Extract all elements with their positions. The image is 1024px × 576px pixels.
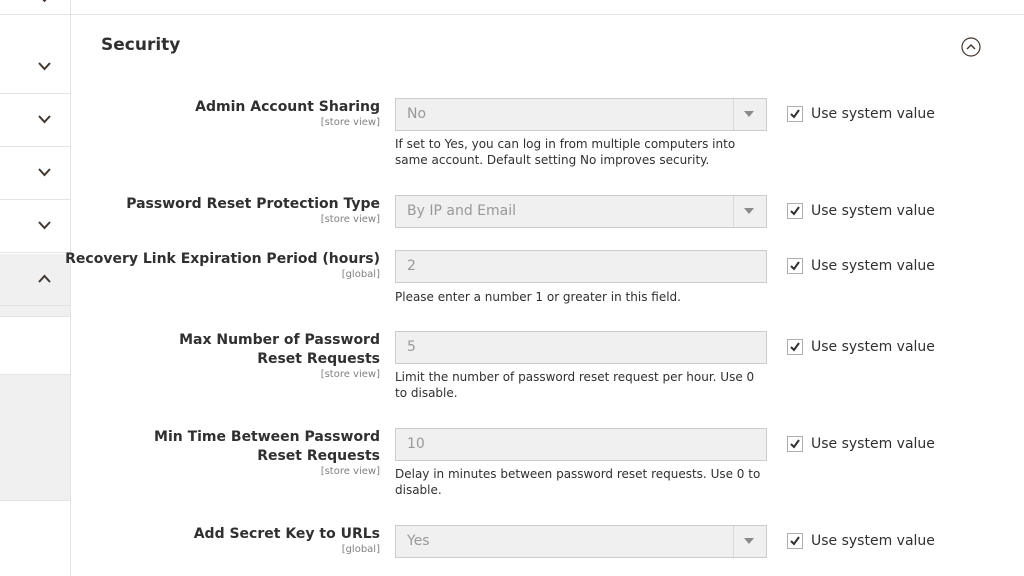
- use-system-value-label[interactable]: Use system value: [811, 338, 935, 356]
- field-label-text: Password Reset Protection Type: [126, 196, 380, 212]
- select-arrow[interactable]: [733, 196, 766, 227]
- section-divider: [71, 14, 1024, 15]
- sidebar-section-toggle-open[interactable]: [0, 254, 70, 306]
- field-note: Limit the number of password reset reque…: [395, 370, 755, 400]
- checkmark-icon: [790, 342, 800, 352]
- checkmark-icon: [790, 109, 800, 119]
- max-password-reset-requests-input[interactable]: 5: [395, 331, 767, 364]
- field-label: Recovery Link Expiration Period (hours) …: [65, 250, 380, 281]
- field-note: Delay in minutes between password reset …: [395, 467, 761, 497]
- field-scope: [store view]: [320, 466, 380, 477]
- sidebar-section-toggle[interactable]: [0, 95, 70, 147]
- field-label: Add Secret Key to URLs [global]: [194, 525, 380, 556]
- section-collapse-button[interactable]: [961, 37, 981, 57]
- field-label: Max Number of Password Reset Requests [s…: [150, 331, 380, 381]
- field-label: Admin Account Sharing [store view]: [195, 98, 380, 129]
- select-value: No: [407, 106, 427, 122]
- sidebar-section-toggle[interactable]: [0, 42, 70, 94]
- recovery-link-expiration-input[interactable]: 2: [395, 250, 767, 283]
- input-value: 2: [407, 258, 416, 274]
- field-label-text: Add Secret Key to URLs: [193, 526, 380, 542]
- triangle-down-icon: [744, 538, 754, 544]
- use-system-value-label[interactable]: Use system value: [811, 257, 935, 275]
- add-secret-key-to-urls-select[interactable]: Yes: [395, 525, 767, 558]
- chevron-down-icon: [38, 62, 51, 71]
- field-label-text: Admin Account Sharing: [195, 99, 380, 115]
- config-sidebar: [0, 0, 71, 576]
- sidebar-section-toggle[interactable]: [0, 0, 70, 15]
- use-system-value-label[interactable]: Use system value: [811, 435, 935, 453]
- field-label-text: Min Time Between Password Reset Requests: [154, 429, 380, 464]
- checkmark-icon: [790, 439, 800, 449]
- chevron-down-icon: [42, 0, 47, 3]
- field-label-text: Max Number of Password Reset Requests: [179, 332, 380, 367]
- chevron-down-icon: [38, 115, 51, 124]
- chevron-down-icon: [38, 168, 51, 177]
- field-note: If set to Yes, you can log in from multi…: [395, 137, 736, 167]
- field-label-text: Recovery Link Expiration Period (hours): [65, 251, 380, 267]
- field-scope: [store view]: [320, 369, 380, 380]
- use-system-value-checkbox[interactable]: [787, 258, 803, 274]
- select-arrow[interactable]: [733, 99, 766, 130]
- select-value: By IP and Email: [407, 203, 516, 219]
- sidebar-submenu-panel: [0, 374, 70, 501]
- chevron-up-icon: [38, 274, 51, 283]
- input-value: 10: [407, 436, 425, 452]
- triangle-down-icon: [744, 111, 754, 117]
- field-label: Min Time Between Password Reset Requests…: [130, 428, 380, 478]
- circle-chevron-up-icon: [961, 37, 981, 57]
- use-system-value-label[interactable]: Use system value: [811, 532, 935, 550]
- select-arrow[interactable]: [733, 526, 766, 557]
- field-scope: [global]: [341, 269, 380, 280]
- field-note: Please enter a number 1 or greater in th…: [395, 290, 681, 304]
- sidebar-section-toggle[interactable]: [0, 148, 70, 200]
- input-value: 5: [407, 339, 416, 355]
- checkmark-icon: [790, 261, 800, 271]
- field-scope: [store view]: [320, 117, 380, 128]
- use-system-value-checkbox[interactable]: [787, 106, 803, 122]
- section-title: Security: [101, 35, 181, 55]
- use-system-value-checkbox[interactable]: [787, 339, 803, 355]
- sidebar-section-toggle[interactable]: [0, 201, 70, 253]
- use-system-value-label[interactable]: Use system value: [811, 202, 935, 220]
- field-label: Password Reset Protection Type [store vi…: [126, 195, 380, 226]
- admin-account-sharing-select[interactable]: No: [395, 98, 767, 131]
- triangle-down-icon: [744, 208, 754, 214]
- sidebar-submenu-strip: [0, 306, 70, 317]
- field-scope: [store view]: [320, 214, 380, 225]
- min-time-between-reset-requests-input[interactable]: 10: [395, 428, 767, 461]
- select-value: Yes: [407, 533, 430, 549]
- field-scope: [global]: [341, 544, 380, 555]
- checkmark-icon: [790, 206, 800, 216]
- password-reset-protection-type-select[interactable]: By IP and Email: [395, 195, 767, 228]
- use-system-value-label[interactable]: Use system value: [811, 105, 935, 123]
- checkmark-icon: [790, 536, 800, 546]
- use-system-value-checkbox[interactable]: [787, 533, 803, 549]
- use-system-value-checkbox[interactable]: [787, 203, 803, 219]
- use-system-value-checkbox[interactable]: [787, 436, 803, 452]
- chevron-down-icon: [38, 221, 51, 230]
